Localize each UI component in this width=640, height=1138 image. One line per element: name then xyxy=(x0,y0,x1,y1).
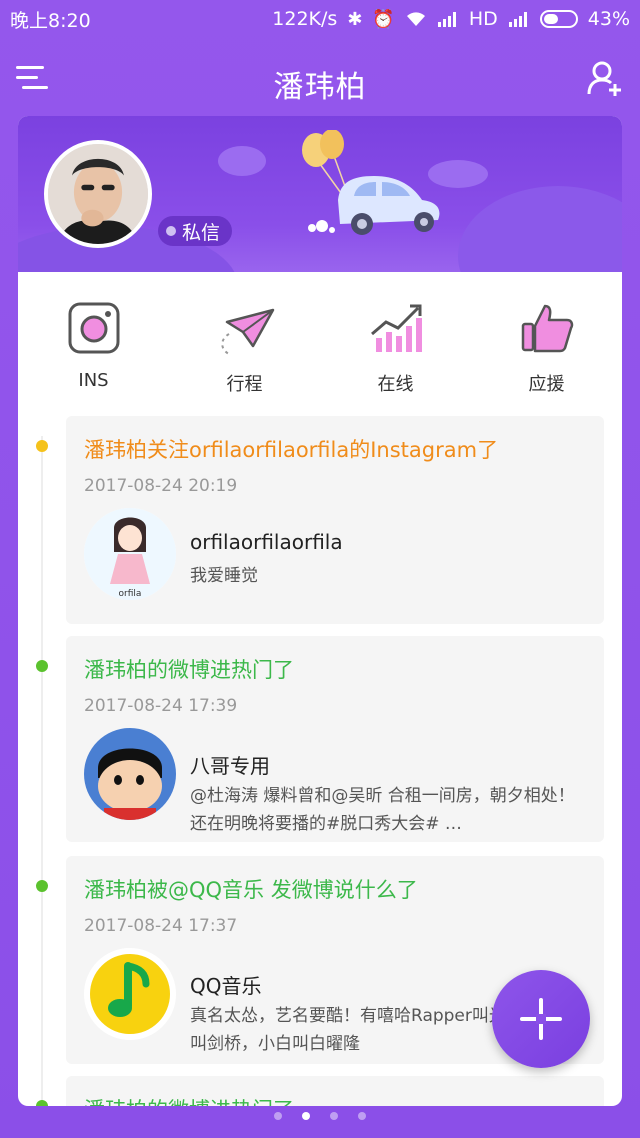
feed-item-text: 我爱睡觉 xyxy=(190,566,258,586)
page-title: 潘玮柏 xyxy=(273,70,367,105)
signal-icon xyxy=(437,12,456,27)
feed-item-time: 2017-08-24 17:37 xyxy=(84,916,238,936)
add-button[interactable] xyxy=(492,970,590,1068)
wifi-icon xyxy=(406,12,425,26)
direct-message-button[interactable]: 私信 xyxy=(158,216,233,246)
timeline-line xyxy=(41,436,43,1106)
page-dot[interactable] xyxy=(358,1112,366,1120)
network-type: HD xyxy=(468,8,498,30)
network-speed: 122K/s xyxy=(272,8,338,30)
paper-plane-icon xyxy=(220,308,274,355)
battery-level: 43% xyxy=(587,8,630,30)
feed-item[interactable]: 潘玮柏关注orfilaorfilaorfila的Instagram了 2017-… xyxy=(36,416,604,624)
profile-banner: 私信 xyxy=(18,116,622,272)
alarm-icon: ⏰ xyxy=(372,8,395,30)
feed-item-text: @杜海涛 爆料曾和@吴昕 合租一间房，朝夕相处！还在明晚将要播的#脱口秀大会# … xyxy=(190,786,575,834)
feed-item-title: 潘玮柏的微博进热门了 xyxy=(84,658,294,682)
clock: 晚上8:20 xyxy=(10,9,91,32)
action-ins[interactable]: INS xyxy=(18,294,169,404)
profile-card: 私信 INS 行程 在线 应援 潘玮柏关注orfilaorfilaorfila的… xyxy=(18,116,622,1106)
feed-item-time: 2017-08-24 17:39 xyxy=(84,696,238,716)
page-dot[interactable] xyxy=(330,1112,338,1120)
timeline-dot xyxy=(36,880,48,892)
cloud-decoration xyxy=(458,186,622,272)
user-avatar[interactable] xyxy=(84,728,176,820)
action-support-label: 应援 xyxy=(528,374,565,395)
thumb-caption: orfila xyxy=(119,589,142,599)
cloud-decoration xyxy=(218,146,266,176)
feed-item-user: QQ音乐 xyxy=(190,974,262,998)
thumbs-up-icon xyxy=(521,304,573,353)
action-schedule-label: 行程 xyxy=(226,374,263,395)
page-dot[interactable] xyxy=(274,1112,282,1120)
bluetooth-icon: ✱ xyxy=(347,8,363,30)
qq-music-logo xyxy=(84,948,176,1040)
action-ins-label: INS xyxy=(78,370,109,391)
feed-item[interactable]: 潘玮柏的微博进热门了 xyxy=(36,1076,604,1106)
action-support[interactable]: 应援 xyxy=(471,294,622,404)
feed-item-user: orfilaorfilaorfila xyxy=(190,530,343,554)
status-bar: 晚上8:20 122K/s ✱ ⏰ HD 43% xyxy=(0,0,640,38)
timeline-dot xyxy=(36,1100,48,1106)
action-online[interactable]: 在线 xyxy=(320,294,471,404)
timeline-dot xyxy=(36,440,48,452)
action-schedule[interactable]: 行程 xyxy=(169,294,320,404)
direct-message-label: 私信 xyxy=(182,221,221,244)
add-user-button[interactable] xyxy=(586,60,624,98)
page-indicator xyxy=(0,1112,640,1120)
balloon-car-illustration xyxy=(302,130,440,235)
action-online-label: 在线 xyxy=(377,374,414,395)
plus-icon xyxy=(520,998,562,1040)
dot-icon xyxy=(166,226,176,236)
feed-item-title: 潘玮柏的微博进热门了 xyxy=(84,1094,294,1106)
user-avatar[interactable] xyxy=(84,948,176,1040)
feed-item-time: 2017-08-24 20:19 xyxy=(84,476,238,496)
quick-actions: INS 行程 在线 应援 xyxy=(18,294,622,404)
avatar[interactable] xyxy=(44,140,152,248)
feed-item-title: 潘玮柏关注orfilaorfilaorfila的Instagram了 xyxy=(84,438,499,462)
page-dot-active[interactable] xyxy=(302,1112,310,1120)
feed-item[interactable]: 潘玮柏的微博进热门了 2017-08-24 17:39 八哥专用 @杜海涛 爆料… xyxy=(36,636,604,842)
app-bar: 潘玮柏 xyxy=(0,38,640,118)
battery-icon xyxy=(539,10,578,28)
feed-item-user: 八哥专用 xyxy=(190,754,270,778)
trend-chart-icon xyxy=(370,304,422,352)
user-avatar[interactable]: orfila xyxy=(84,508,176,600)
timeline-dot xyxy=(36,660,48,672)
signal-icon-2 xyxy=(508,12,527,27)
feed-item-title: 潘玮柏被@QQ音乐 发微博说什么了 xyxy=(84,878,418,902)
instagram-icon xyxy=(68,302,119,354)
